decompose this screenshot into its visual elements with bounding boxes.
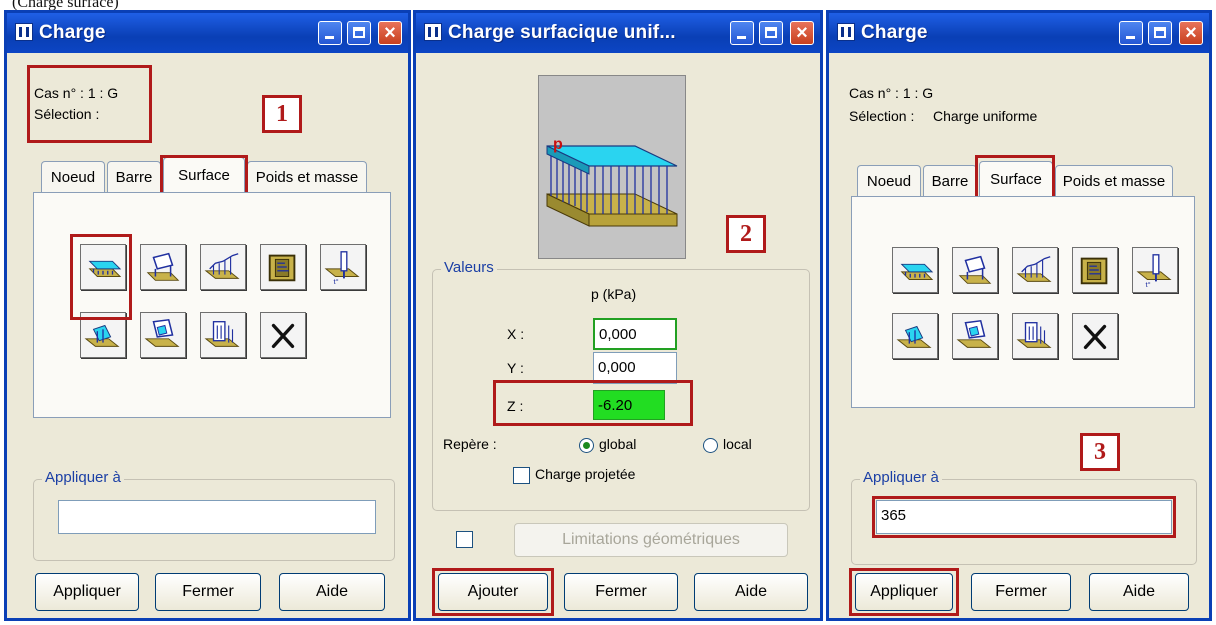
planar-load-icon[interactable] [140, 244, 186, 290]
highlight-box-add [432, 568, 554, 616]
step-marker-3: 3 [1080, 433, 1120, 471]
highlight-box-uniform-load [70, 234, 132, 320]
highlight-box-case [27, 65, 152, 143]
charge-dialog-2: Charge × Cas n° : 1 : G Sélection : Char… [826, 10, 1212, 621]
point-load-icon[interactable] [1132, 247, 1178, 293]
close-dialog-button[interactable]: Fermer [155, 573, 261, 611]
tab-barre[interactable]: Barre [107, 161, 161, 193]
step-marker-1: 1 [262, 95, 302, 133]
charge-dialog-1: Charge × Cas n° : 1 : G Sélection : 1 No… [4, 10, 411, 621]
hydrostatic-load-icon[interactable] [1072, 247, 1118, 293]
point-load-icon[interactable] [320, 244, 366, 290]
contour-load-icon[interactable] [140, 312, 186, 358]
help-button[interactable]: Aide [279, 573, 385, 611]
case-label: Cas n° : 1 : G [849, 85, 934, 101]
minimize-button[interactable] [1119, 21, 1143, 45]
repere-label: Repère : [443, 436, 497, 452]
geo-limits-button[interactable]: Limitations géométriques [514, 523, 788, 557]
selection-value: Charge uniforme [933, 108, 1038, 124]
close-dialog-button[interactable]: Fermer [564, 573, 678, 611]
help-button[interactable]: Aide [694, 573, 808, 611]
highlight-box-surface-tab [160, 155, 248, 197]
tab-barre[interactable]: Barre [923, 165, 977, 197]
linear-load-3p-icon[interactable] [200, 244, 246, 290]
window-title: Charge [861, 22, 928, 43]
values-group-label: Valeurs [441, 259, 497, 276]
tab-poids-et-masse[interactable]: Poids et masse [247, 161, 367, 193]
apply-to-input[interactable] [58, 500, 376, 534]
linear-load-edge-icon[interactable] [892, 313, 938, 359]
help-button[interactable]: Aide [1089, 573, 1189, 611]
tab-panel-surface [33, 192, 391, 418]
selection-label: Sélection : [849, 108, 915, 124]
tab-noeud[interactable]: Noeud [41, 161, 105, 193]
apply-group: Appliquer à [33, 469, 395, 561]
linear-load-3p-icon[interactable] [1012, 247, 1058, 293]
x-label: X : [507, 326, 525, 342]
title-bar[interactable]: Charge surfacique unif... × [416, 13, 820, 53]
tab-panel-surface [851, 196, 1195, 408]
thermal-load-icon[interactable] [1012, 313, 1058, 359]
close-button[interactable]: × [790, 21, 814, 45]
radio-local-label: local [723, 436, 752, 452]
x-value-input[interactable]: 0,000 [593, 318, 677, 350]
step-marker-2: 2 [726, 215, 766, 253]
title-bar[interactable]: Charge × [829, 13, 1209, 53]
hydrostatic-load-icon[interactable] [260, 244, 306, 290]
highlight-box-apply [849, 568, 959, 616]
y-label: Y : [507, 360, 524, 376]
window-title: Charge [39, 22, 106, 43]
title-bar[interactable]: Charge × [7, 13, 408, 53]
maximize-button[interactable] [759, 21, 783, 45]
apply-group-label: Appliquer à [42, 469, 124, 486]
apply-button[interactable]: Appliquer [35, 573, 139, 611]
minimize-button[interactable] [730, 21, 754, 45]
apply-group: Appliquer à 365 [851, 469, 1197, 565]
planar-load-icon[interactable] [952, 247, 998, 293]
projected-load-label: Charge projetée [535, 466, 636, 482]
app-icon [837, 23, 855, 41]
apply-group-label: Appliquer à [860, 469, 942, 486]
radio-local[interactable] [703, 438, 718, 453]
app-icon [15, 23, 33, 41]
app-icon [424, 23, 442, 41]
column-header: p (kPa) [591, 286, 637, 302]
radio-global-label: global [599, 436, 637, 452]
values-group: Valeurs p (kPa) X : 0,000 Y : 0,000 Z : … [432, 259, 810, 511]
projected-load-checkbox[interactable] [513, 467, 530, 484]
maximize-button[interactable] [1148, 21, 1172, 45]
radio-global[interactable] [579, 438, 594, 453]
contour-load-icon[interactable] [952, 313, 998, 359]
maximize-button[interactable] [347, 21, 371, 45]
load-preview-image: p [538, 75, 686, 259]
uniform-surface-load-dialog: Charge surfacique unif... × p 2 Valeurs … [413, 10, 823, 621]
close-button[interactable]: × [378, 21, 402, 45]
tab-noeud[interactable]: Noeud [857, 165, 921, 197]
geo-limits-checkbox[interactable] [456, 531, 473, 548]
highlight-box-z-value [493, 380, 693, 426]
highlight-box-apply-to [872, 496, 1176, 538]
window-title: Charge surfacique unif... [448, 22, 676, 43]
close-dialog-button[interactable]: Fermer [971, 573, 1071, 611]
preview-p-label: p [553, 136, 563, 153]
thermal-load-icon[interactable] [200, 312, 246, 358]
tab-poids-et-masse[interactable]: Poids et masse [1055, 165, 1173, 197]
delete-icon[interactable] [1072, 313, 1118, 359]
uniform-load-icon[interactable] [892, 247, 938, 293]
close-button[interactable]: × [1179, 21, 1203, 45]
delete-icon[interactable] [260, 312, 306, 358]
minimize-button[interactable] [318, 21, 342, 45]
